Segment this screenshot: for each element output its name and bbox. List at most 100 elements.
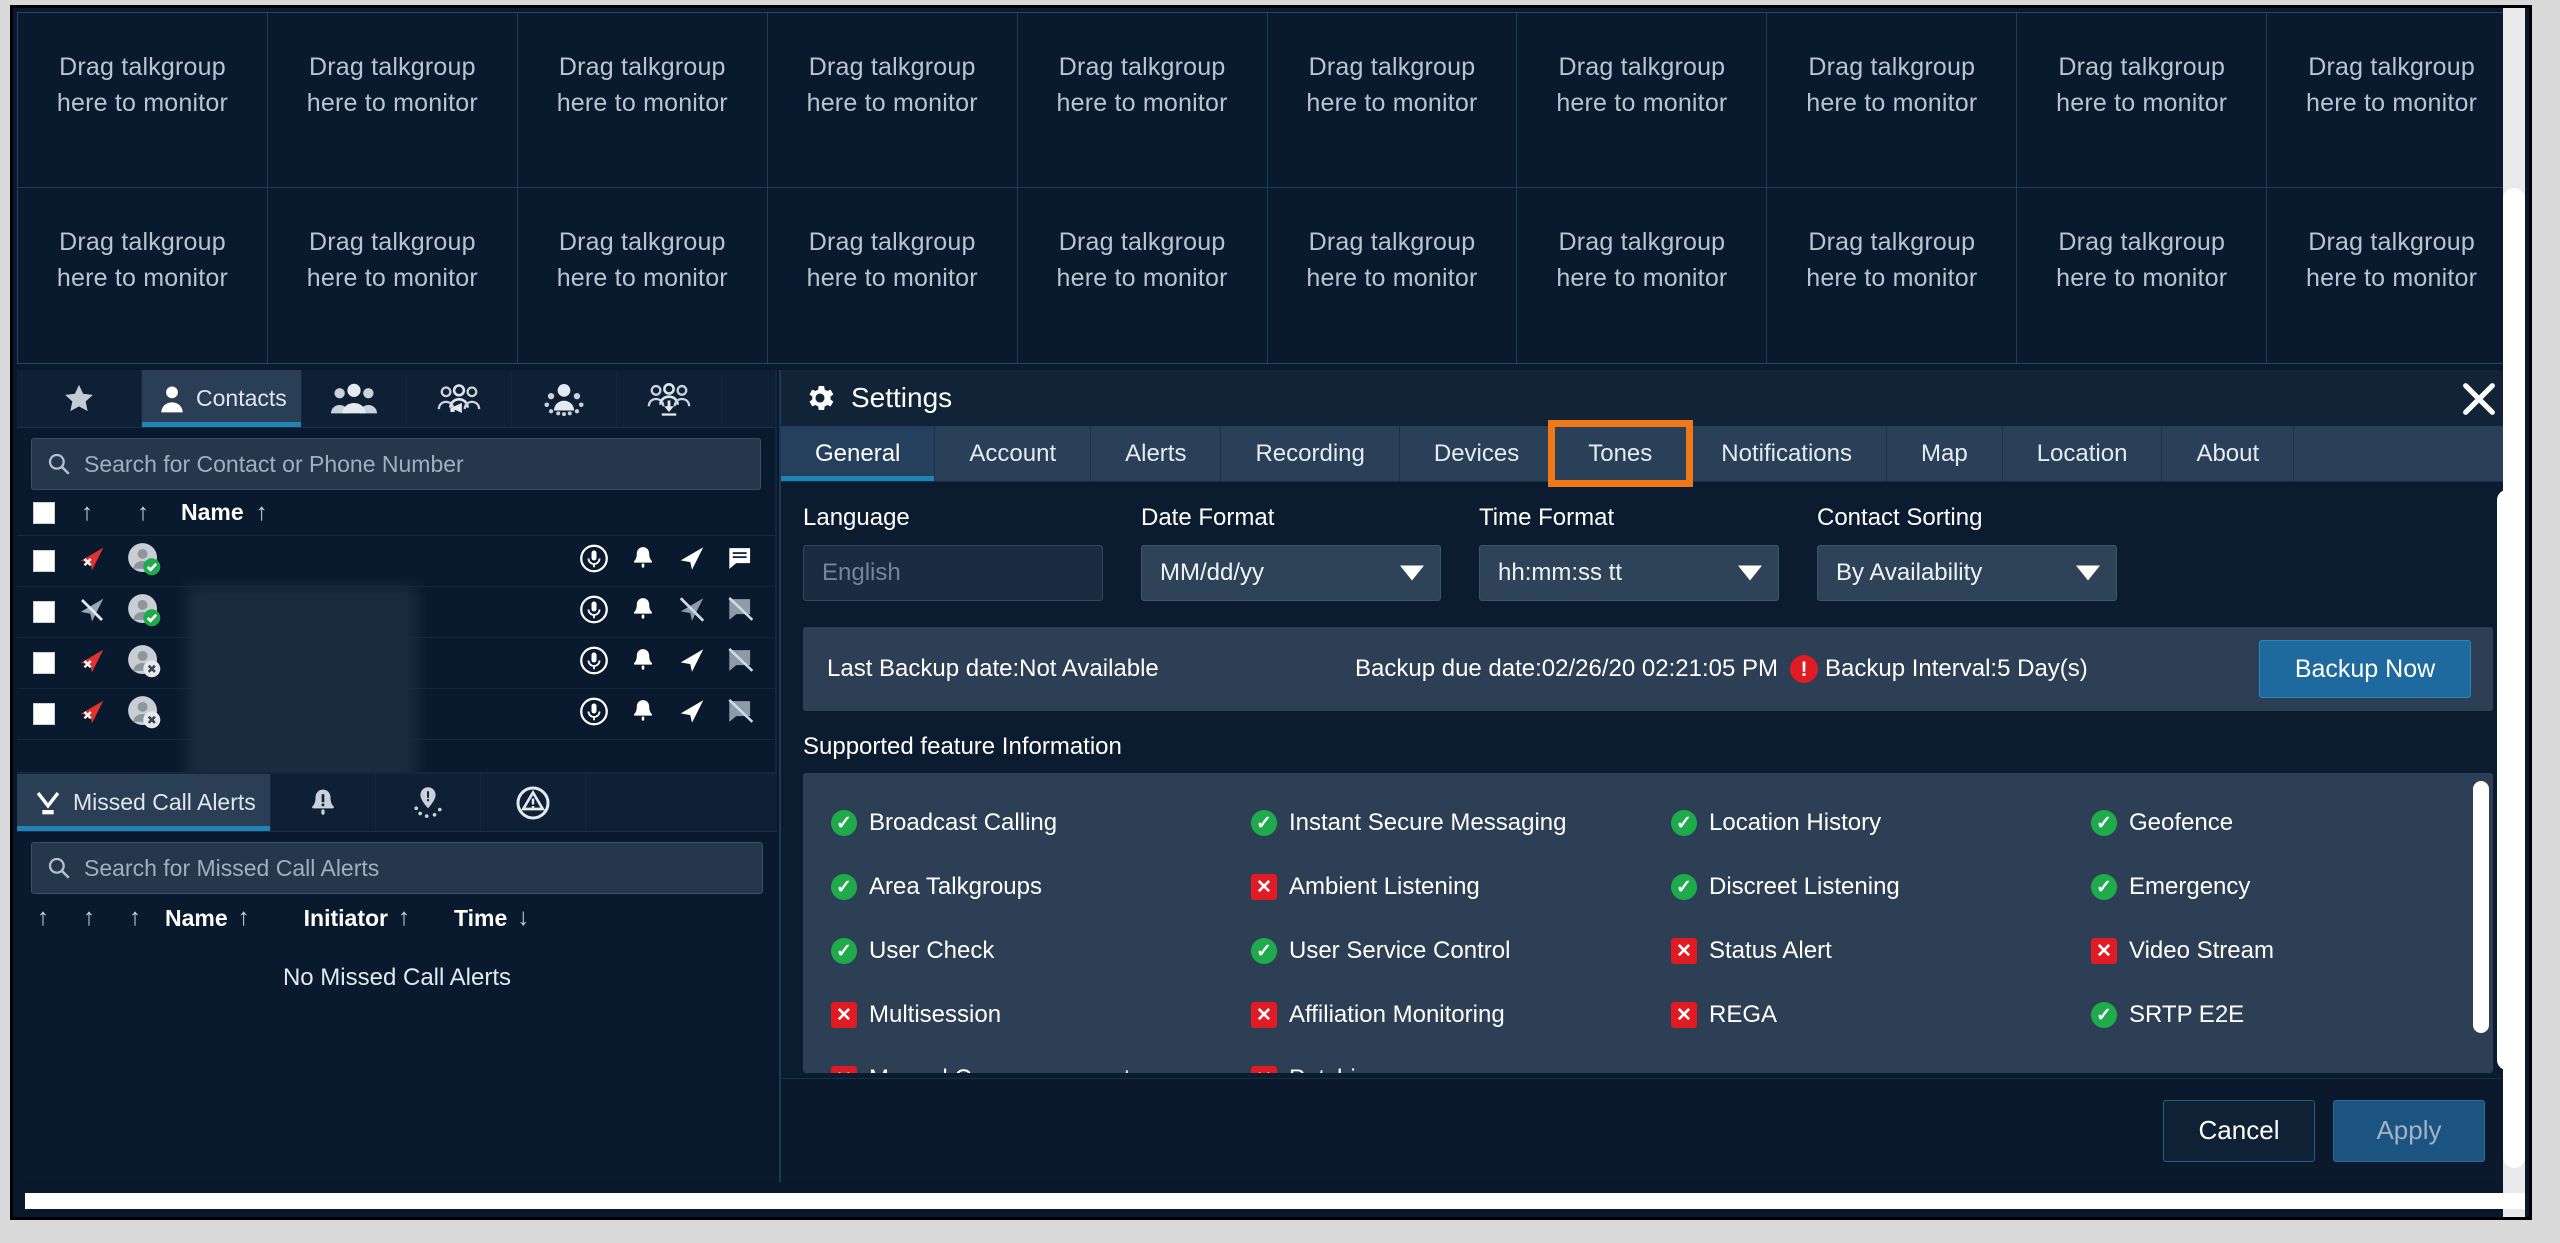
- tab-recording[interactable]: Recording: [1221, 426, 1400, 481]
- date-format-field-group: Date Format MM/dd/yy: [1141, 504, 1441, 601]
- mca-sort-1[interactable]: ↑: [37, 904, 49, 932]
- talkgroup-slot[interactable]: Drag talkgroup here to monitor: [1767, 13, 2018, 188]
- column-name[interactable]: Name: [181, 499, 244, 526]
- talkgroup-slot[interactable]: Drag talkgroup here to monitor: [1017, 13, 1268, 188]
- bell-icon[interactable]: [629, 543, 657, 580]
- contact-sorting-select[interactable]: By Availability: [1817, 545, 2117, 601]
- language-input[interactable]: English: [803, 545, 1103, 601]
- talkgroup-placeholder-line2: here to monitor: [2306, 89, 2478, 117]
- tab-location[interactable]: Location: [2002, 426, 2163, 481]
- date-format-select[interactable]: MM/dd/yy: [1141, 545, 1441, 601]
- tab-devices[interactable]: Devices: [1399, 426, 1555, 481]
- message-off-icon[interactable]: [727, 596, 757, 629]
- talkgroup-slot[interactable]: Drag talkgroup here to monitor: [517, 13, 768, 188]
- tab-alerts[interactable]: [271, 774, 376, 831]
- mic-icon[interactable]: [579, 646, 609, 681]
- talkgroup-slot[interactable]: Drag talkgroup here to monitor: [267, 188, 518, 363]
- tab-alerts[interactable]: Alerts: [1091, 426, 1222, 481]
- horizontal-scrollbar[interactable]: [25, 1193, 2525, 1209]
- select-all-checkbox[interactable]: [33, 501, 55, 524]
- talkgroup-slot[interactable]: Drag talkgroup here to monitor: [18, 13, 268, 188]
- tab-about[interactable]: About: [2162, 426, 2295, 481]
- row-checkbox[interactable]: [33, 652, 55, 674]
- mic-icon[interactable]: [579, 595, 609, 630]
- talkgroup-slot[interactable]: Drag talkgroup here to monitor: [2017, 188, 2268, 363]
- contacts-search-input[interactable]: Search for Contact or Phone Number: [31, 438, 761, 490]
- bell-icon[interactable]: [629, 594, 657, 631]
- location-alert-icon[interactable]: [77, 544, 107, 579]
- talkgroup-slot[interactable]: Drag talkgroup here to monitor: [1017, 188, 1268, 363]
- sort-avail-arrow[interactable]: ↑: [137, 499, 149, 527]
- talkgroup-slot[interactable]: Drag talkgroup here to monitor: [1517, 13, 1768, 188]
- row-checkbox[interactable]: [33, 601, 55, 623]
- tab-group-download[interactable]: [617, 370, 722, 427]
- sort-name-arrow[interactable]: ↑: [256, 499, 268, 527]
- features-scrollbar[interactable]: [2473, 781, 2489, 1033]
- cancel-button[interactable]: Cancel: [2163, 1099, 2315, 1162]
- mca-column-time[interactable]: Time: [454, 905, 507, 932]
- row-checkbox[interactable]: [33, 703, 55, 725]
- mca-column-initiator[interactable]: Initiator: [304, 905, 388, 932]
- mic-icon[interactable]: [579, 697, 609, 732]
- tab-favorites[interactable]: [17, 370, 142, 427]
- tab-emergency[interactable]: [481, 774, 586, 831]
- message-off-icon[interactable]: [727, 698, 757, 731]
- mca-sort-time[interactable]: ↓: [517, 904, 529, 932]
- backup-now-button[interactable]: Backup Now: [2259, 640, 2471, 698]
- time-format-select[interactable]: hh:mm:ss tt: [1479, 545, 1779, 601]
- talkgroup-slot[interactable]: Drag talkgroup here to monitor: [2267, 13, 2517, 188]
- tab-tones[interactable]: Tones: [1548, 420, 1694, 487]
- loc-on-icon[interactable]: [677, 646, 707, 681]
- message-icon[interactable]: [727, 545, 757, 578]
- missed-calls-search-input[interactable]: Search for Missed Call Alerts: [31, 842, 763, 894]
- close-icon[interactable]: [2459, 379, 2499, 419]
- bell-icon[interactable]: [629, 645, 657, 682]
- mca-sort-2[interactable]: ↑: [83, 904, 95, 932]
- talkgroup-slot[interactable]: Drag talkgroup here to monitor: [767, 13, 1018, 188]
- tab-groups[interactable]: [302, 370, 407, 427]
- talkgroup-placeholder-line1: Drag talkgroup: [308, 53, 476, 81]
- talkgroup-placeholder-line1: Drag talkgroup: [808, 228, 976, 256]
- row-checkbox[interactable]: [33, 550, 55, 572]
- talkgroup-slot[interactable]: Drag talkgroup here to monitor: [267, 13, 518, 188]
- talkgroup-slot[interactable]: Drag talkgroup here to monitor: [1267, 188, 1518, 363]
- mca-sort-initiator[interactable]: ↑: [398, 904, 410, 932]
- sort-loc-arrow[interactable]: ↑: [81, 499, 93, 527]
- apply-button[interactable]: Apply: [2333, 1099, 2485, 1162]
- talkgroup-slot[interactable]: Drag talkgroup here to monitor: [1517, 188, 1768, 363]
- backup-status-bar: Last Backup date:Not Available Backup du…: [803, 627, 2493, 711]
- tab-notifications[interactable]: Notifications: [1687, 426, 1888, 481]
- mca-sort-3[interactable]: ↑: [129, 904, 141, 932]
- bell-icon[interactable]: [629, 696, 657, 733]
- loc-off-icon[interactable]: [677, 595, 707, 630]
- tab-talkgroup-broadcast[interactable]: [407, 370, 512, 427]
- tab-map[interactable]: Map: [1887, 426, 2003, 481]
- talkgroup-slot[interactable]: Drag talkgroup here to monitor: [767, 188, 1018, 363]
- tab-geofence[interactable]: [376, 774, 481, 831]
- tab-area-talkgroups[interactable]: [512, 370, 617, 427]
- message-off-icon[interactable]: [727, 647, 757, 680]
- mca-sort-name[interactable]: ↑: [238, 904, 250, 932]
- tab-general[interactable]: General: [781, 426, 936, 481]
- table-row[interactable]: [17, 536, 775, 587]
- mca-column-name[interactable]: Name: [165, 905, 228, 932]
- loc-on-icon[interactable]: [677, 697, 707, 732]
- loc-on-icon[interactable]: [677, 544, 707, 579]
- location-off-icon[interactable]: [77, 595, 107, 630]
- talkgroup-slot[interactable]: Drag talkgroup here to monitor: [2267, 188, 2517, 363]
- search-icon: [46, 451, 72, 477]
- location-alert-icon[interactable]: [77, 697, 107, 732]
- talkgroup-slot[interactable]: Drag talkgroup here to monitor: [517, 188, 768, 363]
- talkgroup-slot[interactable]: Drag talkgroup here to monitor: [18, 188, 268, 363]
- talkgroup-slot[interactable]: Drag talkgroup here to monitor: [1767, 188, 2018, 363]
- talkgroup-slot[interactable]: Drag talkgroup here to monitor: [1267, 13, 1518, 188]
- location-alert-icon[interactable]: [77, 646, 107, 681]
- mic-icon[interactable]: [579, 544, 609, 579]
- tab-account[interactable]: Account: [935, 426, 1092, 481]
- screen: Drag talkgroup here to monitor Drag talkgr…: [0, 0, 2560, 1243]
- tab-contacts[interactable]: Contacts: [142, 370, 302, 427]
- feature-label: Geofence: [2129, 809, 2234, 836]
- talkgroup-slot[interactable]: Drag talkgroup here to monitor: [2017, 13, 2268, 188]
- tab-missed-call-alerts[interactable]: Missed Call Alerts: [17, 774, 271, 831]
- window-scrollbar-thumb[interactable]: [2503, 188, 2525, 1168]
